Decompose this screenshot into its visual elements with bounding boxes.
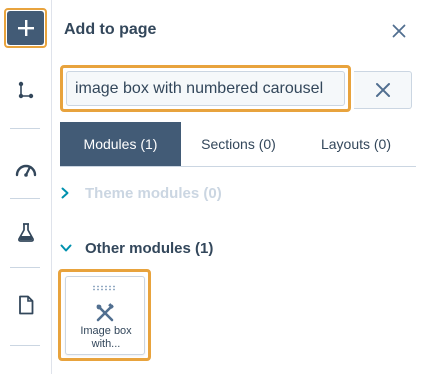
close-icon — [392, 24, 406, 38]
search-clear-button[interactable] — [354, 71, 412, 109]
left-rail — [0, 0, 52, 374]
tab-modules[interactable]: Modules (1) — [60, 122, 181, 166]
rail-divider — [10, 267, 40, 268]
panel-tabs: Modules (1) Sections (0) Layouts (0) — [60, 122, 416, 167]
rail-divider — [10, 345, 40, 346]
tab-layouts[interactable]: Layouts (0) — [296, 122, 416, 166]
theme-modules-toggle[interactable]: Theme modules (0) — [60, 181, 222, 205]
rail-divider — [10, 198, 40, 199]
tab-sections[interactable]: Sections (0) — [181, 122, 296, 166]
document-icon — [19, 295, 34, 315]
rail-page-button[interactable] — [0, 291, 52, 319]
panel-close-button[interactable] — [388, 20, 410, 42]
module-label: Image box with... — [80, 325, 132, 350]
tree-structure-icon — [18, 81, 34, 99]
add-panel-button-bg — [7, 11, 44, 45]
tab-label: Sections (0) — [201, 136, 276, 152]
speedometer-icon — [15, 164, 37, 177]
tab-label: Modules (1) — [83, 136, 158, 152]
search-highlight — [60, 65, 351, 112]
drag-handle-icon — [93, 285, 115, 291]
section-label: Other modules (1) — [85, 239, 214, 257]
add-panel-button[interactable] — [4, 8, 47, 48]
module-search-input[interactable] — [66, 71, 345, 106]
add-to-page-screen: Add to page Modules (1) Sections (0) Lay… — [0, 0, 431, 374]
panel-title: Add to page — [64, 21, 157, 38]
other-modules-toggle[interactable]: Other modules (1) — [60, 236, 213, 260]
module-card-image-box[interactable]: Image box with... — [65, 276, 145, 355]
rail-optimize-button[interactable] — [0, 155, 52, 183]
rail-structure-button[interactable] — [0, 76, 52, 104]
section-label: Theme modules (0) — [85, 184, 222, 202]
module-highlight: Image box with... — [58, 269, 151, 361]
rail-divider — [10, 128, 40, 129]
chevron-down-icon — [60, 243, 78, 253]
add-to-page-panel: Add to page Modules (1) Sections (0) Lay… — [52, 0, 431, 374]
flask-icon — [18, 223, 34, 242]
chevron-right-icon — [60, 187, 78, 199]
rail-test-button[interactable] — [0, 218, 52, 246]
tools-icon — [96, 303, 114, 322]
tab-label: Layouts (0) — [320, 136, 392, 152]
plus-icon — [17, 20, 34, 36]
close-icon — [375, 83, 390, 97]
